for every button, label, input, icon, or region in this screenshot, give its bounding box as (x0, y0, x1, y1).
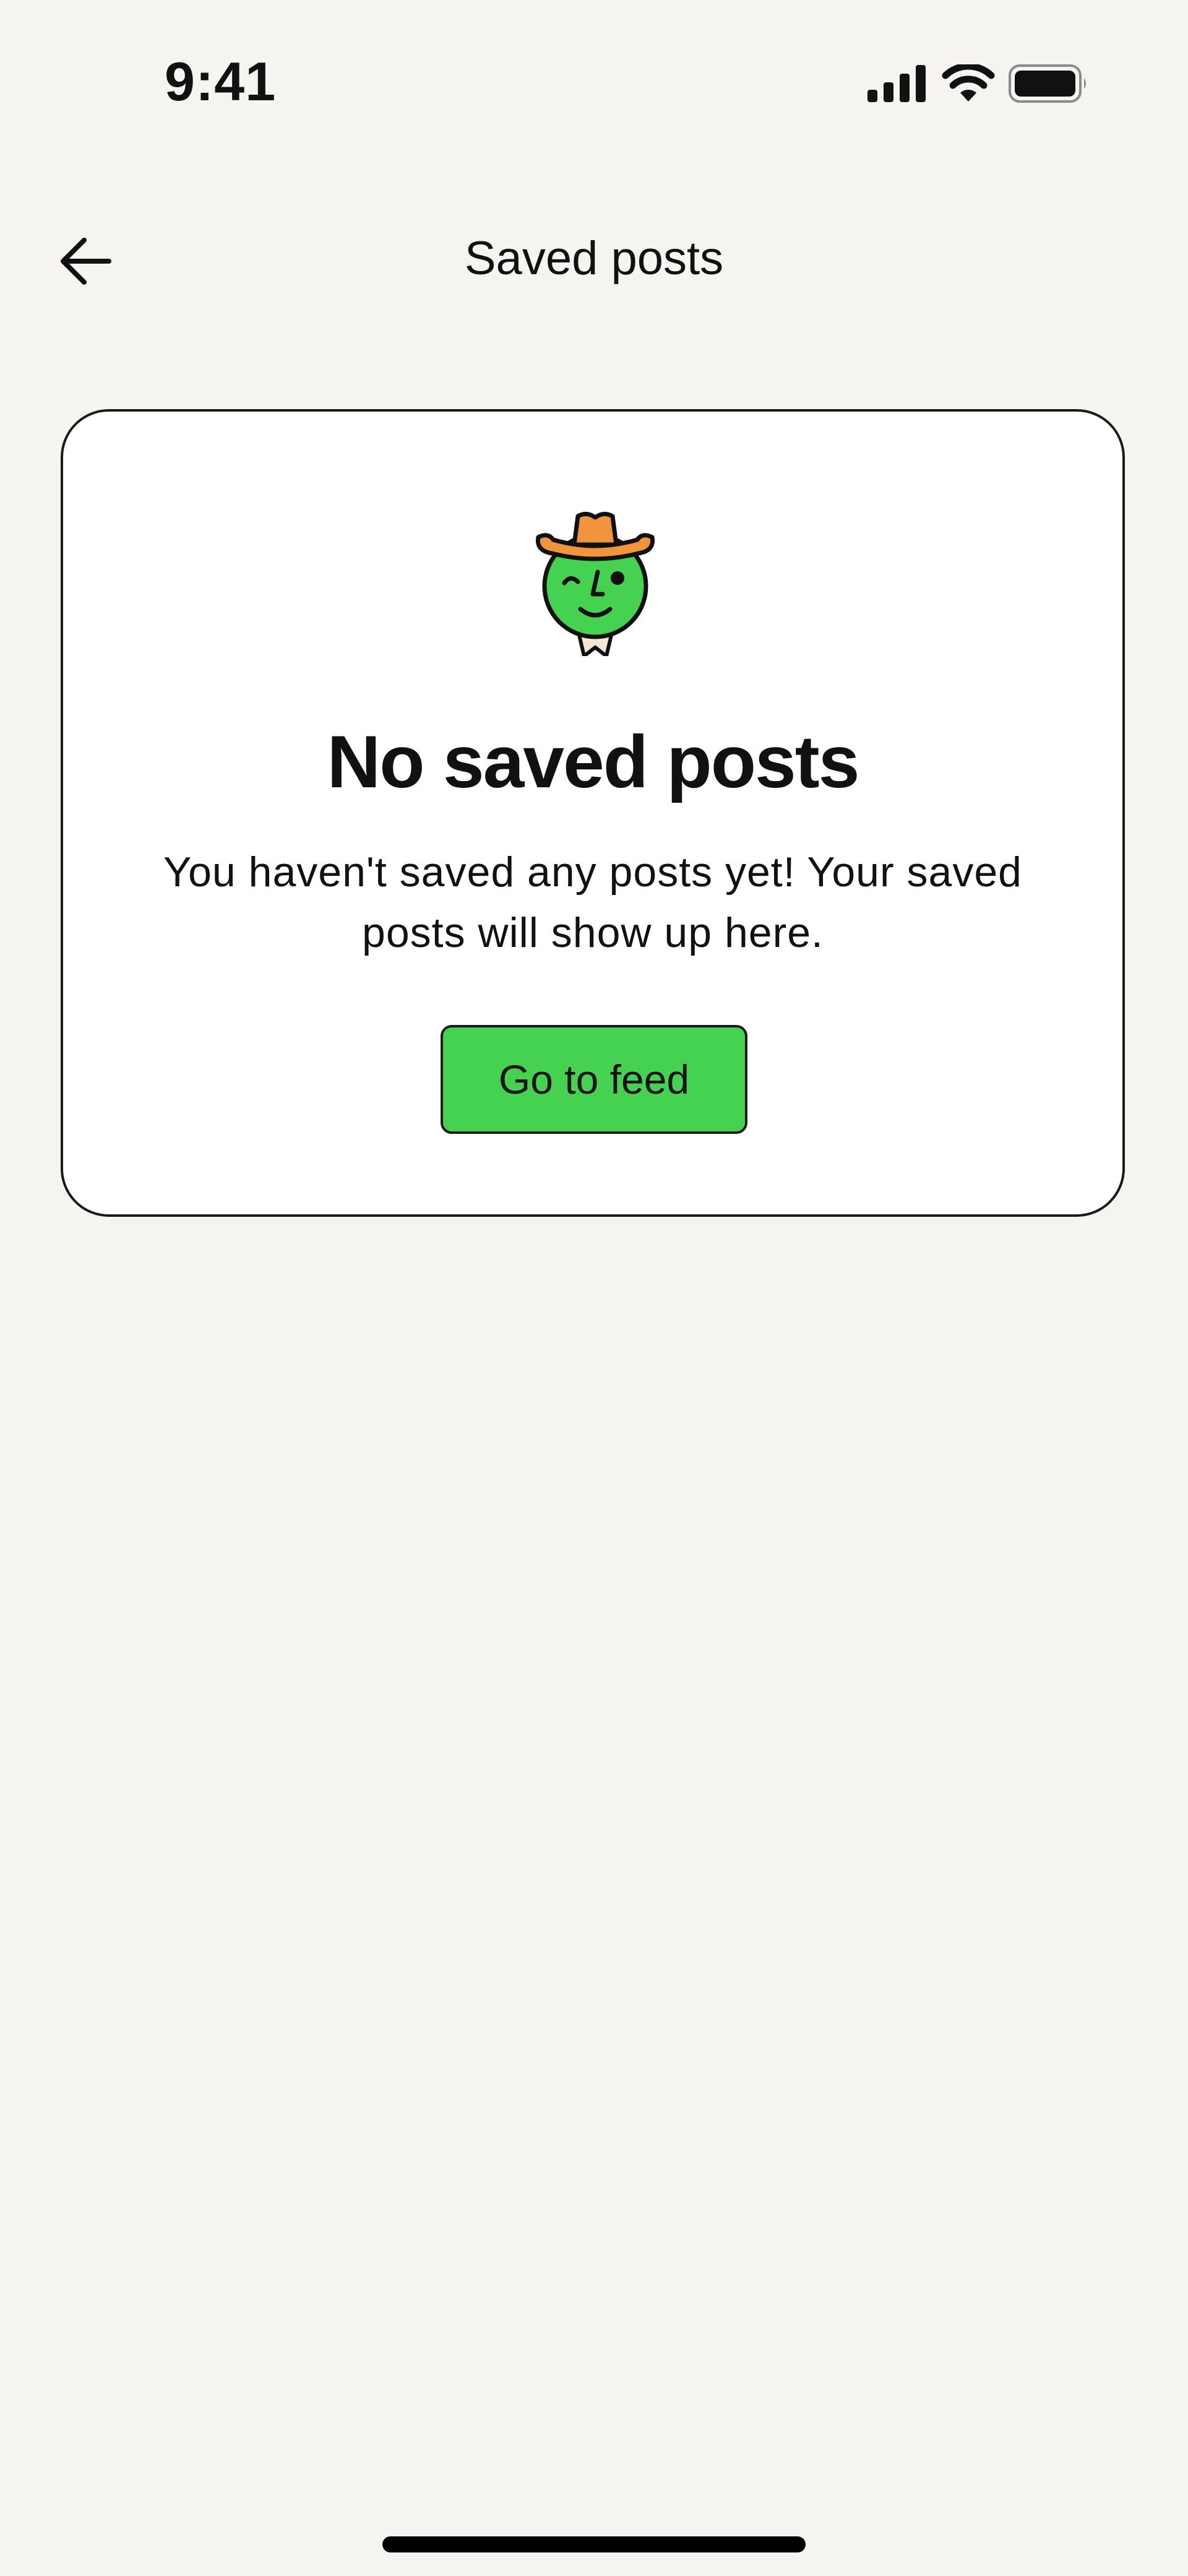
go-to-feed-button[interactable]: Go to feed (441, 1025, 747, 1134)
battery-icon (1009, 64, 1086, 103)
home-indicator[interactable] (382, 2536, 806, 2552)
page-title: Saved posts (464, 232, 724, 285)
cellular-signal-icon (867, 65, 926, 102)
status-icons (867, 64, 1089, 103)
status-time: 9:41 (165, 51, 277, 112)
status-bar: 9:41 (0, 0, 1188, 124)
empty-state-title: No saved posts (327, 720, 860, 803)
wifi-icon (942, 64, 995, 102)
empty-state-message: You haven't saved any posts yet! Your sa… (163, 849, 1022, 956)
cowboy-smiley-icon (535, 512, 655, 656)
empty-state-card: No saved posts You haven't saved any pos… (61, 409, 1125, 1217)
nav-bar: Saved posts (0, 217, 1188, 303)
